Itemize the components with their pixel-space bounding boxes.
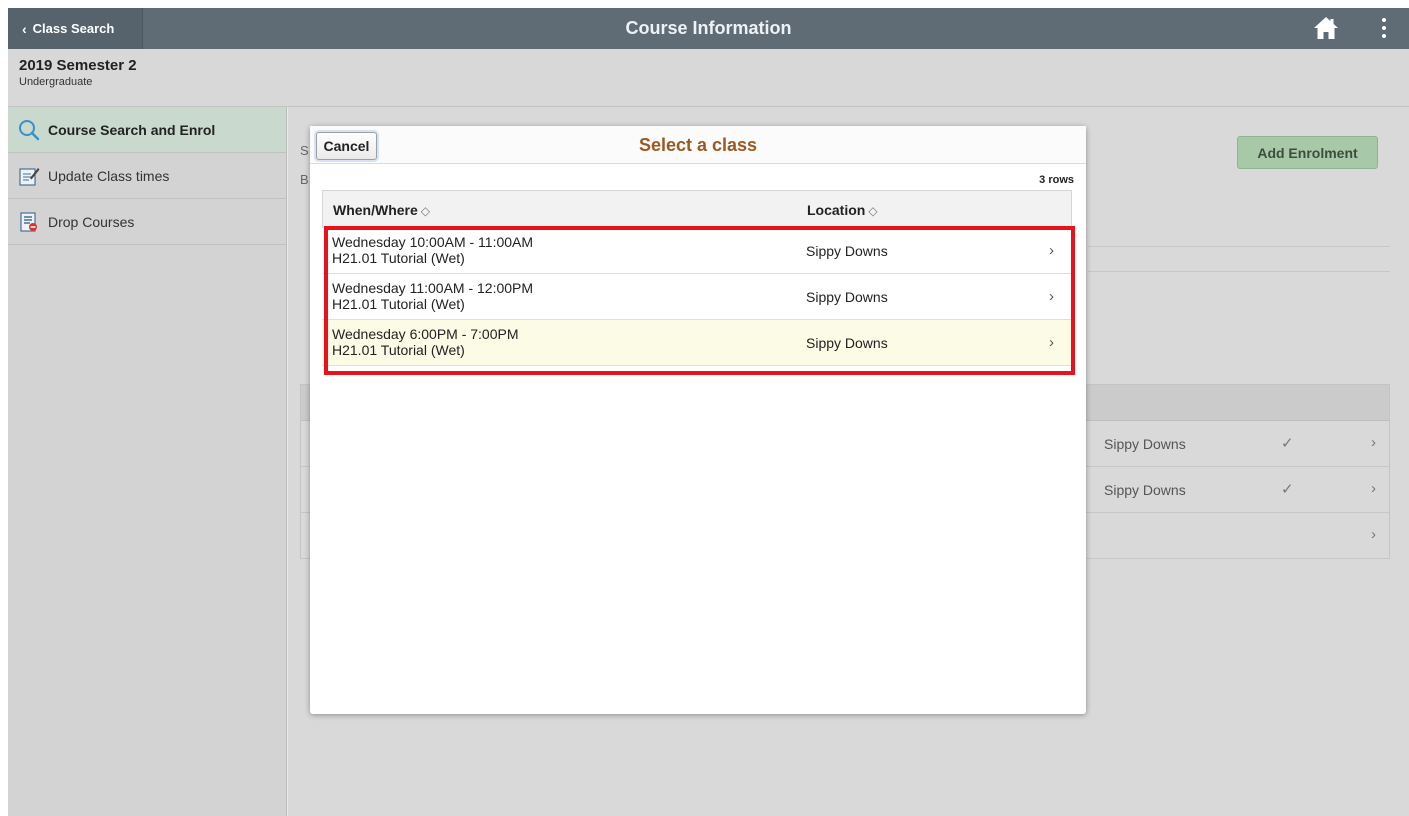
top-banner: ‹ Class Search Course Information xyxy=(8,8,1409,49)
class-search-back-button[interactable]: ‹ Class Search xyxy=(8,8,143,49)
add-enrolment-button[interactable]: Add Enrolment xyxy=(1237,136,1378,169)
row-section: H21.01 Tutorial (Wet) xyxy=(332,296,465,312)
home-icon[interactable] xyxy=(1312,14,1340,42)
row-time: Wednesday 6:00PM - 7:00PM xyxy=(332,326,519,342)
sidebar-item-label: Course Search and Enrol xyxy=(48,121,216,138)
row-when-where: Wednesday 6:00PM - 7:00PM H21.01 Tutoria… xyxy=(332,326,519,358)
class-option-row[interactable]: Wednesday 6:00PM - 7:00PM H21.01 Tutoria… xyxy=(322,320,1072,366)
class-option-row[interactable]: Wednesday 11:00AM - 12:00PM H21.01 Tutor… xyxy=(322,274,1072,320)
class-options-grid: When/Where ◇ Location ◇ Wednesday 10:00AM … xyxy=(322,190,1072,366)
row-location: Sippy Downs xyxy=(806,289,888,305)
row-location: Sippy Downs xyxy=(1104,482,1186,498)
sidebar-item-course-search[interactable]: Course Search and Enrol xyxy=(8,107,286,153)
search-icon xyxy=(18,119,40,141)
back-button-label: Class Search xyxy=(32,21,115,36)
more-options-icon[interactable] xyxy=(1374,12,1394,44)
chevron-right-icon: › xyxy=(1371,526,1376,543)
cancel-button[interactable]: Cancel xyxy=(316,132,377,160)
row-location: Sippy Downs xyxy=(806,335,888,351)
checkmark-icon: ✓ xyxy=(1281,481,1294,498)
row-time: Wednesday 11:00AM - 12:00PM xyxy=(332,280,534,296)
chevron-right-icon: › xyxy=(1371,434,1376,451)
chevron-right-icon: › xyxy=(1049,334,1054,351)
grid-header: When/Where ◇ Location ◇ xyxy=(322,190,1072,228)
term-header: 2019 Semester 2 Undergraduate xyxy=(8,49,1409,107)
edit-note-icon xyxy=(18,165,40,187)
sidebar-item-update-class-times[interactable]: Update Class times xyxy=(8,153,286,199)
app-frame: ‹ Class Search Course Information 2019 S… xyxy=(8,8,1409,816)
row-time: Wednesday 10:00AM - 11:00AM xyxy=(332,234,534,250)
dialog-header: Cancel Select a class xyxy=(310,126,1086,164)
page-title: Course Information xyxy=(625,18,792,38)
divider xyxy=(1088,271,1390,272)
chevron-left-icon: ‹ xyxy=(22,20,27,37)
divider xyxy=(1088,246,1390,247)
drop-list-icon xyxy=(18,211,40,233)
background-text: B xyxy=(300,172,309,187)
sidebar-item-label: Drop Courses xyxy=(48,213,135,230)
sort-icon: ◇ xyxy=(420,204,431,218)
column-header-when-where[interactable]: When/Where ◇ xyxy=(333,202,430,218)
term-career: Undergraduate xyxy=(19,76,93,88)
row-location: Sippy Downs xyxy=(806,243,888,259)
dialog-title: Select a class xyxy=(638,135,758,155)
class-option-row[interactable]: Wednesday 10:00AM - 11:00AM H21.01 Tutor… xyxy=(322,228,1072,274)
row-count: 3 rows xyxy=(1039,174,1074,186)
term-title: 2019 Semester 2 xyxy=(19,57,137,74)
checkmark-icon: ✓ xyxy=(1281,435,1294,452)
row-when-where: Wednesday 10:00AM - 11:00AM H21.01 Tutor… xyxy=(332,234,533,266)
sidebar-item-label: Update Class times xyxy=(48,167,170,184)
row-section: H21.01 Tutorial (Wet) xyxy=(332,250,465,266)
column-header-location[interactable]: Location ◇ xyxy=(807,202,878,218)
row-when-where: Wednesday 11:00AM - 12:00PM H21.01 Tutor… xyxy=(332,280,533,312)
sidebar: Course Search and Enrol Update Class tim… xyxy=(8,107,287,816)
chevron-right-icon: › xyxy=(1049,242,1054,259)
sort-icon: ◇ xyxy=(868,204,878,218)
select-class-dialog: Cancel Select a class 3 rows When/Where ◇… xyxy=(310,126,1086,714)
chevron-right-icon: › xyxy=(1371,480,1376,497)
row-section: H21.01 Tutorial (Wet) xyxy=(332,342,465,358)
row-location: Sippy Downs xyxy=(1104,436,1186,452)
chevron-right-icon: › xyxy=(1049,288,1054,305)
background-text: S xyxy=(300,143,309,158)
sidebar-item-drop-courses[interactable]: Drop Courses xyxy=(8,199,286,245)
